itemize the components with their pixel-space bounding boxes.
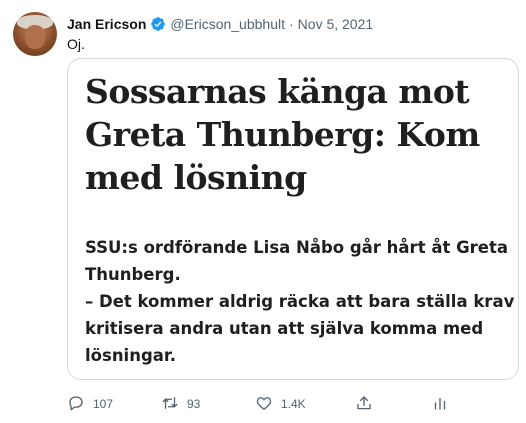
media-image[interactable]: Sossarnas känga mot Greta Thunberg: Kom … (67, 58, 519, 380)
reply-icon (67, 394, 85, 415)
tweet-header: Jan Ericson @Ericson_ubbhult · Nov 5, 20… (67, 14, 373, 34)
verified-badge-icon (150, 16, 166, 32)
headline-line: med lösning (85, 158, 307, 197)
author-handle[interactable]: @Ericson_ubbhult (170, 16, 285, 32)
reply-button[interactable]: 107 (67, 394, 113, 414)
tweet-card[interactable]: Jan Ericson @Ericson_ubbhult · Nov 5, 20… (0, 0, 526, 423)
analytics-icon (431, 394, 449, 415)
lead-line: Thunberg. (85, 265, 181, 284)
avatar-face (25, 25, 45, 49)
analytics-button[interactable] (431, 394, 449, 414)
tweet-text: Oj. (67, 36, 85, 52)
tweet-date[interactable]: Nov 5, 2021 (298, 16, 374, 32)
author-name[interactable]: Jan Ericson (67, 16, 146, 32)
headline-line: Greta Thunberg: Kom (85, 115, 480, 154)
like-count: 1.4K (281, 397, 306, 411)
article-lead: SSU:s ordförande Lisa Nåbo går hårt åt G… (85, 234, 519, 369)
lead-line: kritisera andra utan att själva komma me… (85, 319, 484, 338)
action-bar: 107 93 1.4K (67, 394, 487, 414)
like-icon (255, 394, 273, 415)
lead-line: SSU:s ordförande Lisa Nåbo går hårt åt G… (85, 238, 508, 257)
lead-line: – Det kommer aldrig räcka att bara ställ… (85, 292, 519, 311)
retweet-button[interactable]: 93 (161, 394, 200, 414)
share-button[interactable] (355, 394, 373, 414)
avatar[interactable] (13, 12, 57, 56)
reply-count: 107 (93, 397, 114, 411)
share-icon (355, 394, 373, 415)
separator-dot: · (289, 16, 294, 32)
article-headline: Sossarnas känga mot Greta Thunberg: Kom … (85, 70, 505, 199)
like-button[interactable]: 1.4K (255, 394, 306, 414)
retweet-icon (161, 394, 179, 415)
lead-line: lösningar. (85, 346, 176, 365)
retweet-count: 93 (187, 397, 201, 411)
headline-line: Sossarnas känga mot (85, 72, 470, 111)
